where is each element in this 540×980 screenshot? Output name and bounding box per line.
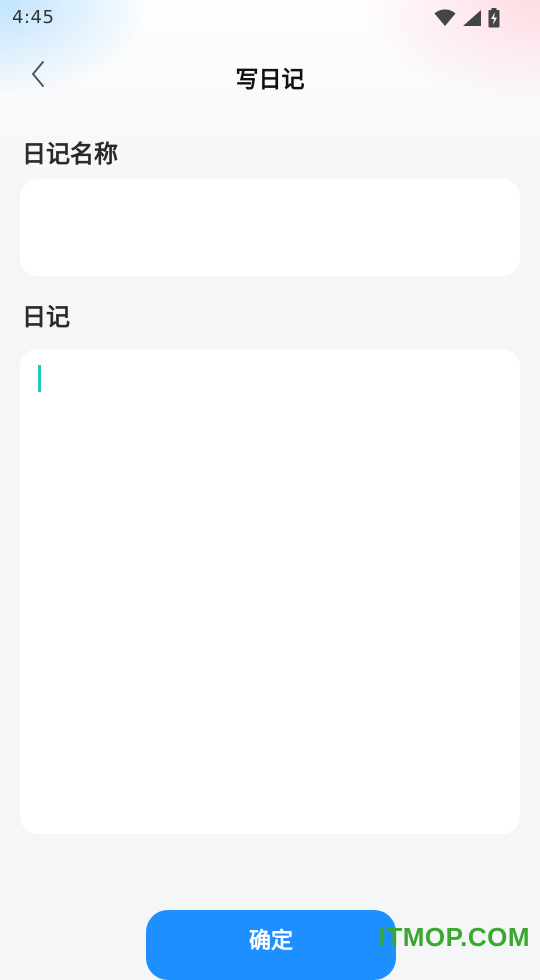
text-caret xyxy=(38,365,41,392)
diary-name-card xyxy=(20,179,520,276)
title-bar: 写日记 xyxy=(0,46,540,106)
diary-content-textarea[interactable] xyxy=(20,349,520,834)
wifi-icon xyxy=(434,9,456,27)
page-title: 写日记 xyxy=(235,67,305,93)
confirm-button[interactable]: 确定 xyxy=(146,910,396,980)
battery-charging-icon xyxy=(488,8,500,28)
confirm-button-label: 确定 xyxy=(248,929,293,954)
watermark-logo: ITMOP.COM xyxy=(378,922,530,952)
cell-signal-icon xyxy=(462,9,482,27)
diary-name-input[interactable] xyxy=(20,179,520,276)
diary-content-label: 日记 xyxy=(22,303,70,331)
status-icons xyxy=(434,8,500,28)
status-bar: 4:45 xyxy=(0,0,540,36)
diary-name-label: 日记名称 xyxy=(22,140,118,168)
status-time: 4:45 xyxy=(12,7,55,28)
diary-content-card xyxy=(20,349,520,834)
